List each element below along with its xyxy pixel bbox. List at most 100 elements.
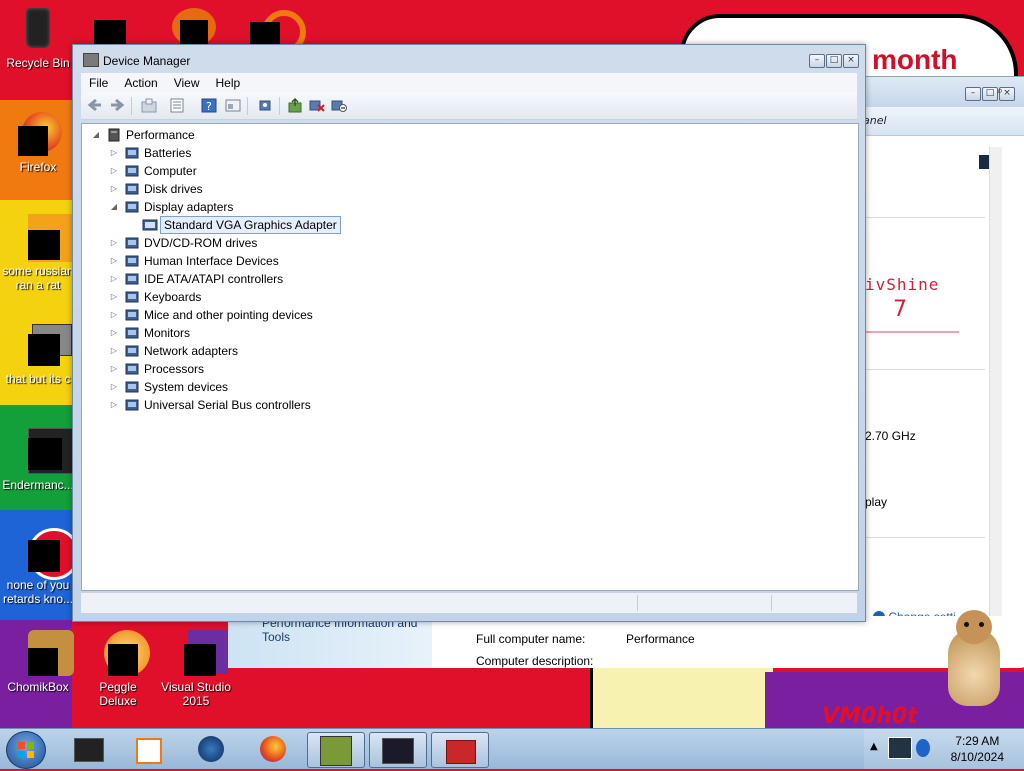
menu-file[interactable]: File [81,73,116,90]
expand-arrow-icon[interactable]: ▷ [110,383,118,391]
desktop-icon-label: Visual Studio 2015 [161,680,231,708]
scan-hardware-icon[interactable] [257,98,273,113]
desktop-icon-some-russian[interactable]: some russian ran a rat [0,214,76,292]
scrollbar[interactable] [989,147,1002,647]
desktop-icon-visual-studio[interactable]: Visual Studio 2015 [158,630,234,708]
properties-icon[interactable] [169,98,185,113]
expand-arrow-icon[interactable]: ▷ [110,401,118,409]
file-icon [14,214,76,262]
disable-device-icon[interactable] [331,98,347,113]
taskbar-app-toolbox[interactable] [431,732,489,768]
device-icon [124,362,140,376]
toolbar: ? [81,93,857,120]
collapse-arrow-icon[interactable]: ◢ [92,131,100,139]
desktop-icon-recycle-bin[interactable]: Recycle Bin [0,6,76,70]
status-bar [81,592,857,613]
expand-arrow-icon[interactable]: ▷ [110,149,118,157]
window-icon [14,428,78,476]
device-manager-icon [83,53,99,67]
menu-view[interactable]: View [166,73,208,90]
maximize-button[interactable]: □ [982,87,998,101]
expand-arrow-icon[interactable]: ▷ [110,311,118,319]
back-arrow-icon[interactable] [87,98,103,113]
show-hidden-icons-icon[interactable]: ▲ [870,741,878,752]
desktop-icon-label: Recycle Bin [6,56,70,70]
start-button[interactable] [6,731,46,769]
taskbar-app-chomikbox[interactable] [307,732,365,768]
expand-arrow-icon[interactable]: ▷ [110,329,118,337]
computer-icon [106,128,122,142]
taskbar: ▲ 7:29 AM 8/10/2024 [0,728,1024,769]
expand-arrow-icon[interactable]: ▷ [110,365,118,373]
desktop-icon-peggle-deluxe[interactable]: Peggle Deluxe [80,630,156,708]
expand-arrow-icon[interactable]: ▷ [110,293,118,301]
taskbar-app-terminal[interactable] [60,732,116,766]
taskbar-app-device-manager[interactable] [369,732,427,768]
device-category-label: Computer [144,164,197,178]
expand-arrow-icon[interactable]: ▷ [110,185,118,193]
desktop-icon-chomikbox[interactable]: ChomikBox [0,630,76,694]
close-button[interactable]: × [843,54,859,68]
recycle-bin-icon [14,6,62,54]
menu-help[interactable]: Help [208,73,249,90]
display-adapter-icon [142,218,158,232]
expand-arrow-icon[interactable]: ▷ [110,167,118,175]
file-icon [14,322,72,370]
toolbar-separator [247,97,248,115]
expand-arrow-icon[interactable]: ▷ [110,275,118,283]
menu-action[interactable]: Action [116,73,165,90]
device-icon [124,272,140,286]
device-icon [124,326,140,340]
maximize-button[interactable]: □ [826,54,842,68]
device-category-label: Network adapters [144,344,239,358]
minimize-button[interactable]: – [809,54,825,68]
expand-arrow-icon[interactable]: ▷ [110,257,118,265]
clock-time: 7:29 AM [955,734,1000,748]
desktop-icon-label: some russian ran a rat [2,264,74,292]
volume-icon[interactable] [916,739,930,757]
device-category-label: Keyboards [144,290,202,304]
forward-arrow-icon[interactable] [109,98,125,113]
window-title: Device Manager [83,53,190,68]
expand-arrow-icon[interactable]: ▷ [110,347,118,355]
device-icon [124,398,140,412]
desktop-icon-label: Firefox [19,160,57,174]
update-driver-icon[interactable] [287,97,303,113]
device-tree[interactable]: ◢ Performance ▷ Batteries ▷ Computer ▷ Disk dri… [81,123,859,591]
toolbox-icon [446,740,476,764]
clock[interactable]: 7:29 AM 8/10/2024 [951,733,1004,765]
device-icon [124,290,140,304]
uninstall-icon[interactable] [309,98,325,113]
taskbar-app-media-player[interactable] [120,732,176,766]
app-icon [14,528,80,580]
device-manager-icon [382,738,414,764]
minimize-button[interactable]: – [965,87,981,101]
device-manager-window: Device Manager – □ × File Action View Help … [72,44,866,622]
desktop-icon-none-of-you[interactable]: none of you retards kno... [0,528,80,606]
desktop-icon-that-but[interactable]: that but its c [0,322,76,386]
desktop-icon-firefox[interactable]: Firefox [0,110,76,174]
desktop-icon-endermanch[interactable]: Endermanc... [0,428,78,492]
expand-arrow-icon[interactable]: ▷ [110,239,118,247]
divider [865,331,959,333]
help-icon[interactable]: ? [201,98,217,113]
show-hidden-icon[interactable] [225,98,241,113]
toolbar-separator [131,97,132,115]
peggle-icon [94,630,150,678]
redacted-icon [250,22,280,44]
device-category-label: Disk drives [144,182,203,196]
search-icon[interactable]: ⌕ [997,77,1003,105]
collapse-arrow-icon[interactable]: ◢ [110,203,118,211]
status-separator [637,595,638,611]
network-icon[interactable] [888,737,912,759]
device-icon [124,200,140,214]
device-category-label: Processors [144,362,205,376]
oem-brand-number: 7 [893,297,907,322]
full-computer-name-value: Performance [626,632,695,646]
device-category-label: Monitors [144,326,191,340]
up-level-icon[interactable] [141,98,157,113]
taskbar-app-firefox[interactable] [246,732,302,766]
visual-studio-icon [172,630,228,678]
processor-speed-text: 2.70 GHz [865,429,916,443]
taskbar-app-globe[interactable] [184,732,240,766]
